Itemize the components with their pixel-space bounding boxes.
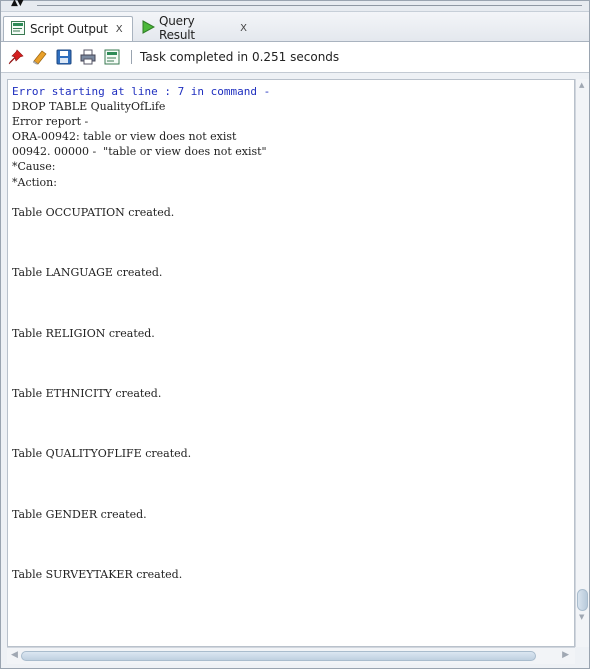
task-status-text: Task completed in 0.251 seconds <box>140 50 340 64</box>
output-line: 00942. 00000 - "table or view does not e… <box>12 145 267 159</box>
scroll-left-icon[interactable]: ◀ <box>11 650 18 660</box>
output-line: Table RELIGION created. <box>12 326 155 340</box>
panel-collapse-arrows-icon[interactable]: ▲▼ <box>11 0 24 8</box>
output-line: ORA-00942: table or view does not exist <box>12 130 237 144</box>
tab-label: Script Output <box>30 22 108 36</box>
print-icon[interactable] <box>79 48 97 66</box>
tab-bar: Script Output X Query Result X <box>1 12 589 42</box>
output-line: Table GENDER created. <box>12 507 147 521</box>
toolbar-separator <box>131 50 132 64</box>
output-line: *Cause: <box>12 160 56 174</box>
horizontal-scroll-thumb[interactable] <box>21 651 536 661</box>
scroll-up-icon[interactable]: ▲ <box>579 81 584 89</box>
output-line: Table SURVEYTAKER created. <box>12 568 183 581</box>
tab-query-result[interactable]: Query Result X <box>135 14 255 42</box>
vertical-scrollbar[interactable]: ▲ ▼ <box>575 79 589 647</box>
eraser-icon[interactable] <box>31 48 49 66</box>
output-line: Table LANGUAGE created. <box>12 266 163 280</box>
output-line: *Action: <box>12 175 57 189</box>
output-error-line: Error starting at line : 7 in command - <box>12 85 271 98</box>
tab-close-icon[interactable]: X <box>240 23 247 34</box>
panel-top-strip: ▲▼ <box>1 0 589 12</box>
vertical-scroll-thumb[interactable] <box>577 589 588 611</box>
divider <box>37 5 582 6</box>
script-output-panel: ▲▼ Script Output X Query Result X Task c… <box>0 0 590 669</box>
pin-icon[interactable] <box>7 48 25 66</box>
output-line: Table ETHNICITY created. <box>12 386 162 400</box>
output-line: DROP TABLE QualityOfLife <box>12 100 166 114</box>
script-output-icon <box>10 20 26 39</box>
scroll-down-icon[interactable]: ▼ <box>579 613 584 621</box>
output-line: Table OCCUPATION created. <box>12 205 175 219</box>
output-toolbar: Task completed in 0.251 seconds <box>1 42 589 73</box>
script-output-text[interactable]: Error starting at line : 7 in command - … <box>7 79 575 647</box>
tab-script-output[interactable]: Script Output X <box>3 16 133 41</box>
tab-close-icon[interactable]: X <box>116 24 123 35</box>
tab-label: Query Result <box>159 14 195 42</box>
horizontal-scrollbar[interactable]: ◀ ▶ <box>7 647 575 664</box>
save-icon[interactable] <box>55 48 73 66</box>
output-line: Table QUALITYOFLIFE created. <box>12 447 192 461</box>
output-line: Error report - <box>12 115 89 129</box>
run-triangle-icon <box>141 19 156 37</box>
scroll-right-icon[interactable]: ▶ <box>562 650 569 660</box>
script-output-icon[interactable] <box>103 48 121 66</box>
